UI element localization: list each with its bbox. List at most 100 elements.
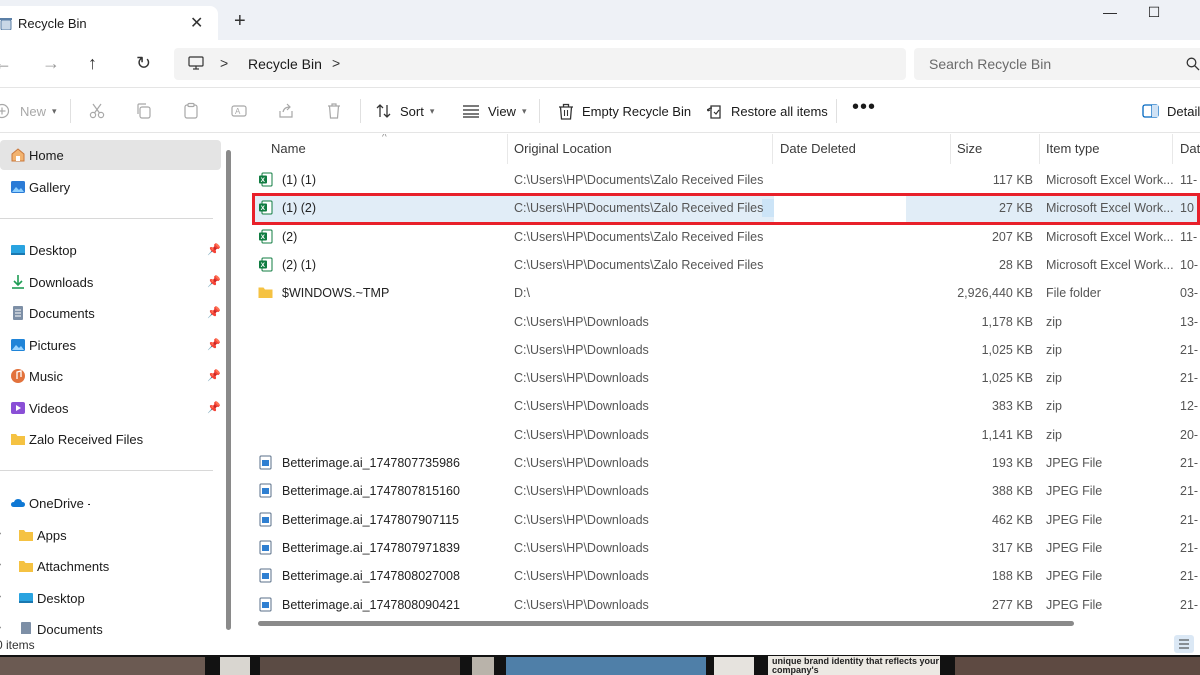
sort-button[interactable]: Sort ▾ bbox=[376, 101, 434, 121]
close-tab-icon[interactable]: ✕ bbox=[190, 13, 203, 33]
file-explorer-window: Recycle Bin ✕ + — ☐ ← → ↑ ↻ > Recycle Bi… bbox=[0, 0, 1200, 655]
file-list: ^ Name Original Location Date Deleted Si… bbox=[242, 134, 1200, 634]
empty-recycle-bin-button[interactable]: Empty Recycle Bin bbox=[558, 101, 691, 121]
file-row[interactable]: X (2) C:\Users\HP\Documents\Zalo Received … bbox=[254, 223, 1200, 251]
more-options-icon[interactable]: ••• bbox=[852, 96, 876, 118]
copy-icon[interactable] bbox=[135, 102, 153, 120]
address-bar[interactable]: > Recycle Bin > bbox=[174, 48, 906, 80]
pin-icon[interactable]: 📌 bbox=[207, 275, 221, 288]
share-icon[interactable] bbox=[277, 102, 295, 120]
sidebar-item-documents[interactable]: Documents 📌 bbox=[0, 298, 221, 328]
new-button[interactable]: New ▾ bbox=[0, 101, 57, 121]
view-button[interactable]: View ▾ bbox=[462, 101, 526, 121]
file-name: (2) bbox=[282, 229, 298, 244]
pin-icon[interactable]: 📌 bbox=[207, 306, 221, 319]
column-size[interactable]: Size bbox=[957, 141, 982, 156]
file-name: (1) (1) bbox=[282, 173, 317, 187]
column-date-deleted[interactable]: Date Deleted bbox=[780, 141, 856, 156]
minimize-button[interactable]: — bbox=[1090, 4, 1130, 28]
breadcrumb-separator-icon[interactable]: > bbox=[220, 55, 228, 71]
pin-icon[interactable]: 📌 bbox=[207, 401, 221, 414]
file-type: JPEG File bbox=[1046, 540, 1103, 555]
gallery-icon bbox=[11, 181, 25, 193]
sidebar-item-gallery[interactable]: Gallery bbox=[0, 172, 221, 202]
details-view-toggle[interactable] bbox=[1174, 635, 1194, 653]
chevron-right-icon[interactable]: › bbox=[0, 591, 1, 602]
sidebar-item-onedrive-documents[interactable]: › Documents bbox=[0, 614, 221, 634]
trash-icon bbox=[559, 103, 573, 120]
view-list-icon bbox=[463, 105, 479, 118]
sidebar-item-pictures[interactable]: Pictures 📌 bbox=[0, 330, 221, 360]
file-row[interactable]: Betterimage.ai_1747808090421 C:\Users\HP\… bbox=[254, 591, 1200, 619]
file-name: Betterimage.ai_1747808027008 bbox=[282, 569, 460, 584]
file-row[interactable]: X (2) (1) C:\Users\HP\Documents\Zalo Recei… bbox=[254, 251, 1200, 279]
sidebar-scrollbar[interactable] bbox=[226, 150, 231, 630]
sidebar-item-desktop[interactable]: Desktop 📌 bbox=[0, 235, 221, 265]
file-row[interactable]: Betterimage.ai_1747807815160 C:\Users\HP\… bbox=[254, 477, 1200, 505]
column-divider[interactable] bbox=[772, 134, 773, 164]
column-divider[interactable] bbox=[507, 134, 508, 164]
breadcrumb-chevron-icon[interactable]: > bbox=[332, 55, 340, 71]
title-bar: Recycle Bin ✕ + — ☐ bbox=[0, 0, 1200, 40]
file-type: Microsoft Excel Work... bbox=[1046, 201, 1174, 216]
file-row[interactable]: Betterimage.ai_1747807971839 C:\Users\HP\… bbox=[254, 534, 1200, 562]
paste-icon[interactable] bbox=[182, 102, 200, 120]
sidebar-item-label: OneDrive - bbox=[29, 496, 92, 511]
new-tab-button[interactable]: + bbox=[234, 11, 246, 31]
file-row[interactable]: X (1) (2) C:\Users\HP\Documents\Zalo Recei… bbox=[254, 194, 1200, 223]
breadcrumb-recycle-bin[interactable]: Recycle Bin bbox=[248, 56, 322, 72]
sidebar-item-apps[interactable]: › Apps bbox=[0, 520, 221, 550]
sidebar-item-downloads[interactable]: Downloads 📌 bbox=[0, 267, 221, 297]
maximize-button[interactable]: ☐ bbox=[1134, 4, 1174, 28]
horizontal-scrollbar[interactable] bbox=[258, 621, 1074, 626]
up-button[interactable]: ↑ bbox=[88, 52, 97, 74]
search-placeholder: Search Recycle Bin bbox=[929, 56, 1052, 72]
column-item-type[interactable]: Item type bbox=[1046, 141, 1099, 156]
sidebar-item-attachments[interactable]: › Attachments bbox=[0, 551, 221, 581]
sidebar-item-label: Gallery bbox=[29, 180, 71, 195]
rename-icon[interactable]: A bbox=[230, 102, 248, 120]
column-divider[interactable] bbox=[1039, 134, 1040, 164]
back-button[interactable]: ← bbox=[0, 52, 12, 74]
documents-icon bbox=[21, 622, 31, 634]
image-file-icon bbox=[259, 597, 272, 611]
address-row: ← → ↑ ↻ > Recycle Bin > Search Recycle B… bbox=[0, 40, 1200, 88]
file-row[interactable]: Betterimage.ai_1747807735986 C:\Users\HP\… bbox=[254, 449, 1200, 477]
sidebar-item-home[interactable]: Home bbox=[0, 140, 221, 170]
restore-icon bbox=[707, 104, 721, 119]
file-row[interactable]: Betterimage.ai_1747808027008 C:\Users\HP\… bbox=[254, 562, 1200, 590]
sidebar-item-videos[interactable]: Videos 📌 bbox=[0, 393, 221, 423]
details-pane-button[interactable]: Details bbox=[1142, 101, 1200, 121]
pin-icon[interactable]: 📌 bbox=[207, 243, 221, 256]
file-row[interactable]: X (1) (1) C:\Users\HP\Documents\Zalo Recei… bbox=[254, 166, 1200, 194]
sidebar-item-zalo-received-files[interactable]: Zalo Received Files bbox=[0, 424, 221, 454]
file-row[interactable]: Betterimage.ai_1747807907115 C:\Users\HP\… bbox=[254, 506, 1200, 534]
search-input[interactable]: Search Recycle Bin bbox=[914, 48, 1200, 80]
pin-icon[interactable]: 📌 bbox=[207, 369, 221, 382]
pin-icon[interactable]: 📌 bbox=[207, 338, 221, 351]
sidebar-item-label: Downloads bbox=[29, 275, 94, 290]
chevron-right-icon[interactable]: › bbox=[0, 559, 1, 570]
empty-recycle-bin-label: Empty Recycle Bin bbox=[582, 103, 692, 119]
forward-button[interactable]: → bbox=[42, 52, 60, 74]
delete-icon[interactable] bbox=[325, 102, 343, 120]
refresh-button[interactable]: ↻ bbox=[136, 52, 151, 74]
column-name[interactable]: Name bbox=[271, 141, 306, 156]
tab-recycle-bin[interactable]: Recycle Bin ✕ bbox=[0, 6, 218, 40]
cut-icon[interactable] bbox=[88, 102, 106, 120]
file-type: Microsoft Excel Work... bbox=[1046, 173, 1174, 187]
sidebar-item-music[interactable]: Music 📌 bbox=[0, 361, 221, 391]
file-original-location: C:\Users\HP\Downloads bbox=[514, 569, 649, 584]
chevron-right-icon[interactable]: › bbox=[0, 622, 1, 633]
column-date[interactable]: Date bbox=[1180, 141, 1200, 156]
videos-icon bbox=[11, 402, 25, 414]
file-type: Microsoft Excel Work... bbox=[1046, 257, 1174, 272]
column-original-location[interactable]: Original Location bbox=[514, 141, 612, 156]
column-divider[interactable] bbox=[950, 134, 951, 164]
file-row[interactable]: $WINDOWS.~TMP D:\ 2,926,440 KB File folder 0… bbox=[254, 279, 1200, 307]
column-divider[interactable] bbox=[1172, 134, 1173, 164]
file-date: 21- bbox=[1180, 540, 1199, 555]
restore-all-items-button[interactable]: Restore all items bbox=[707, 101, 828, 121]
chevron-right-icon[interactable]: › bbox=[0, 528, 1, 539]
sidebar-item-onedrive-desktop[interactable]: › Desktop bbox=[0, 583, 221, 613]
